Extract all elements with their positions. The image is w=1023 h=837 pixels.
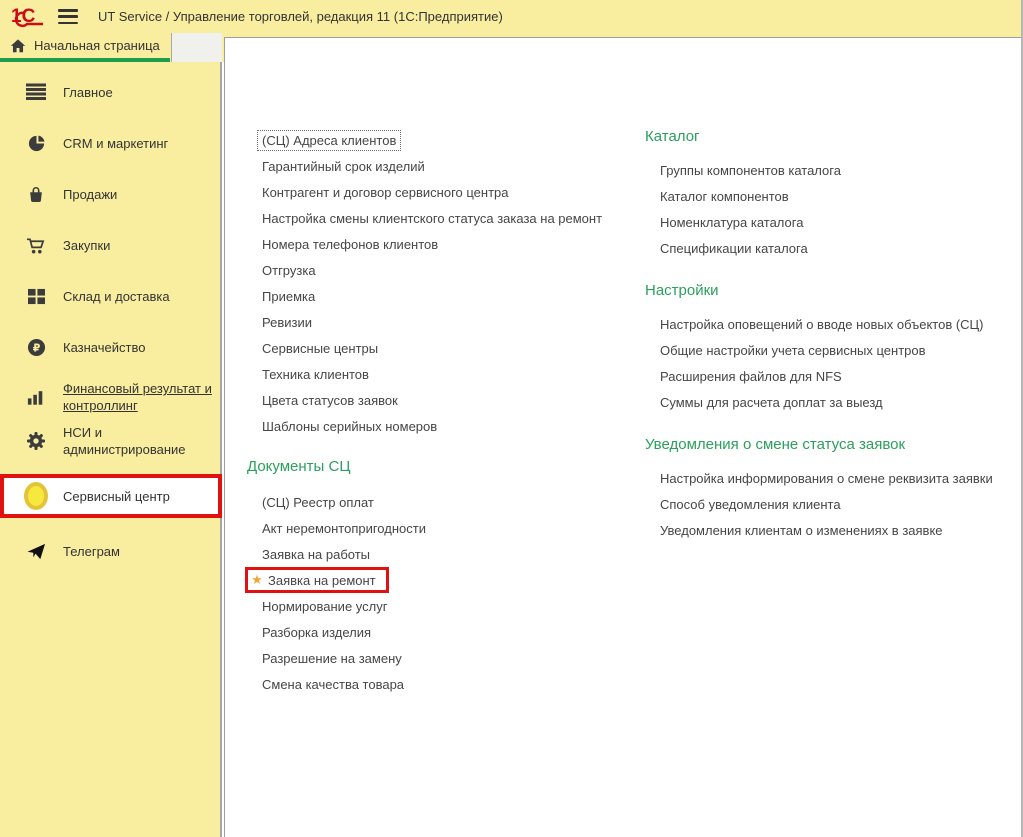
link-item[interactable]: Настройка информирования о смене реквизи… (660, 465, 1023, 491)
link-item[interactable]: (СЦ) Адреса клиентов (262, 127, 647, 153)
link-item[interactable]: Общие настройки учета сервисных центров (660, 337, 1023, 363)
link-item[interactable]: Нормирование услуг (262, 593, 647, 619)
title-bar: 1С UT Service / Управление торговлей, ре… (0, 0, 1023, 33)
link-item[interactable]: Отгрузка (262, 257, 647, 283)
link-item[interactable]: (СЦ) Реестр оплат (262, 489, 647, 515)
section-title-settings: Настройки (645, 281, 1023, 301)
tab-label: Начальная страница (34, 38, 160, 53)
tab-strip-spacer (171, 33, 222, 62)
main-menu-icon[interactable] (58, 9, 78, 24)
yellow-circle-icon (24, 482, 48, 510)
link-item[interactable]: Уведомления клиентам о изменениях в заяв… (660, 517, 1023, 543)
sidebar-item-crm[interactable]: CRM и маркетинг (0, 123, 222, 163)
link-item[interactable]: Способ уведомления клиента (660, 491, 1023, 517)
link-item[interactable]: Контрагент и договор сервисного центра (262, 179, 647, 205)
service-links-group: (СЦ) Адреса клиентов Гарантийный срок из… (262, 127, 647, 439)
section-catalog: Каталог Группы компонентов каталога Ката… (645, 127, 1023, 261)
function-column-2: Каталог Группы компонентов каталога Ката… (645, 127, 1023, 563)
telegram-icon (24, 542, 48, 561)
link-item[interactable]: Смена качества товара (262, 671, 647, 697)
focused-link[interactable]: (СЦ) Адреса клиентов (257, 130, 401, 151)
tab-home-page[interactable]: Начальная страница (0, 33, 170, 58)
sidebar-item-financial-result[interactable]: Финансовый результат и контроллинг (0, 373, 222, 421)
link-item[interactable]: Каталог компонентов (660, 183, 1023, 209)
link-item[interactable]: Гарантийный срок изделий (262, 153, 647, 179)
sidebar-item-purchases[interactable]: Закупки (0, 225, 222, 265)
link-item[interactable]: Разборка изделия (262, 619, 647, 645)
sidebar-item-telegram[interactable]: Телеграм (0, 531, 222, 571)
bar-chart-icon (24, 389, 48, 406)
link-item[interactable]: Суммы для расчета доплат за выезд (660, 389, 1023, 415)
gear-icon (24, 431, 48, 451)
1c-logo-icon: 1С (10, 5, 46, 29)
start-page-panel: (СЦ) Адреса клиентов Гарантийный срок из… (224, 37, 1021, 837)
section-title-docs: Документы СЦ (247, 457, 647, 477)
link-item[interactable]: Настройка оповещений о вводе новых объек… (660, 311, 1023, 337)
home-icon (9, 37, 27, 55)
link-item[interactable]: Приемка (262, 283, 647, 309)
link-item[interactable]: Техника клиентов (262, 361, 647, 387)
menu-lines-icon (24, 83, 48, 101)
grid-icon (24, 288, 48, 305)
link-item[interactable]: Шаблоны серийных номеров (262, 413, 647, 439)
window-title: UT Service / Управление торговлей, редак… (98, 9, 503, 24)
sidebar-item-main[interactable]: Главное (0, 72, 222, 112)
link-item[interactable]: Номера телефонов клиентов (262, 231, 647, 257)
function-column-1: (СЦ) Адреса клиентов Гарантийный срок из… (247, 127, 647, 697)
section-notifications: Уведомления о смене статуса заявок Настр… (645, 435, 1023, 543)
link-item[interactable]: Сервисные центры (262, 335, 647, 361)
section-sidebar: Главное CRM и маркетинг Продажи Закупки … (0, 62, 222, 837)
section-title-notifications: Уведомления о смене статуса заявок (645, 435, 1023, 455)
section-settings: Настройки Настройка оповещений о вводе н… (645, 281, 1023, 415)
sidebar-item-treasury[interactable]: ₽ Казначейство (0, 327, 222, 367)
sidebar-item-sales[interactable]: Продажи (0, 174, 222, 214)
link-item[interactable]: Расширения файлов для NFS (660, 363, 1023, 389)
section-title-catalog: Каталог (645, 127, 1023, 147)
link-item[interactable]: Цвета статусов заявок (262, 387, 647, 413)
docs-links-group: (СЦ) Реестр оплат Акт неремонтопригоднос… (262, 489, 647, 697)
link-item[interactable]: Акт неремонтопригодности (262, 515, 647, 541)
link-item[interactable]: Номенклатура каталога (660, 209, 1023, 235)
favorite-star-icon: ★ (250, 572, 264, 588)
svg-text:₽: ₽ (32, 341, 40, 354)
ruble-icon: ₽ (24, 338, 48, 357)
sidebar-item-nsi-administration[interactable]: НСИ и администрирование (0, 417, 222, 465)
shopping-bag-icon (24, 185, 48, 204)
link-item[interactable]: Разрешение на замену (262, 645, 647, 671)
sidebar-item-service-center[interactable]: Сервисный центр (0, 474, 222, 518)
pie-chart-icon (24, 134, 48, 153)
link-item[interactable]: Ревизии (262, 309, 647, 335)
link-item[interactable]: Настройка смены клиентского статуса зака… (262, 205, 647, 231)
shopping-cart-icon (24, 236, 48, 255)
link-item[interactable]: Заявка на работы (262, 541, 647, 567)
link-item[interactable]: Группы компонентов каталога (660, 157, 1023, 183)
link-label[interactable]: Заявка на ремонт (268, 573, 376, 588)
link-item[interactable]: Спецификации каталога (660, 235, 1023, 261)
sidebar-item-warehouse[interactable]: Склад и доставка (0, 276, 222, 316)
link-repair-request-annotated[interactable]: ★ Заявка на ремонт (245, 567, 389, 593)
